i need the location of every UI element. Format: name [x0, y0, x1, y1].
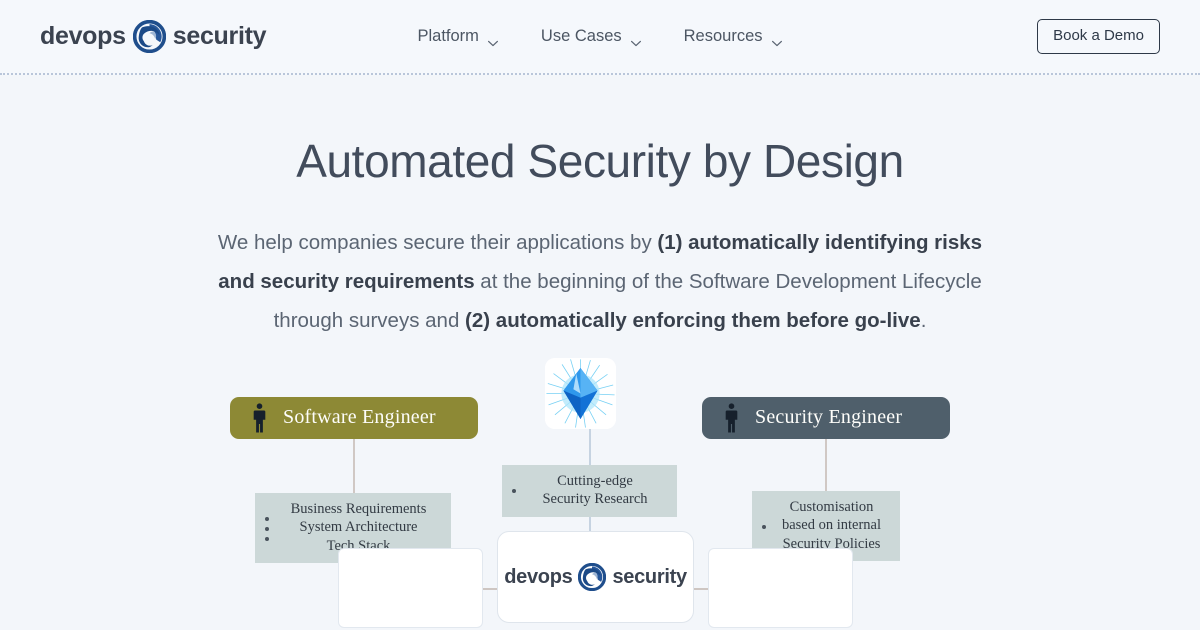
- note-line: Customisation: [789, 498, 874, 515]
- role-box-software-engineer[interactable]: Software Engineer: [230, 396, 478, 439]
- note-text: Customisation based on internal Security…: [775, 498, 888, 554]
- bullet-column: [265, 515, 269, 541]
- nav-item-use-cases[interactable]: Use Cases: [540, 27, 642, 47]
- note-text: Business Requirements System Architectur…: [278, 500, 439, 556]
- nav-item-label: Resources: [683, 27, 763, 45]
- nav-item-label: Platform: [417, 27, 479, 45]
- role-label: Software Engineer: [283, 406, 436, 429]
- bullet-dot-icon: [512, 489, 516, 494]
- role-box-security-engineer[interactable]: Security Engineer: [702, 396, 950, 439]
- swirl-logo-icon: [578, 562, 607, 591]
- hero-subtitle: We help companies secure their applicati…: [200, 224, 1000, 341]
- header-cta-wrap: Book a Demo: [1037, 18, 1160, 55]
- bullet-column: [512, 487, 516, 494]
- hero-subtitle-bold2: (2) automatically enforcing them before …: [465, 308, 921, 332]
- note-line: System Architecture: [299, 519, 418, 536]
- note-line: Cutting-edge: [557, 472, 633, 489]
- brand-word-security: security: [172, 22, 267, 50]
- hero-subtitle-part1: We help companies secure their applicati…: [217, 230, 658, 254]
- hero-section: Automated Security by Design We help com…: [0, 75, 1200, 628]
- role-label: Security Engineer: [755, 406, 903, 429]
- note-line: Business Requirements: [290, 500, 427, 517]
- brand-word-devops: devops: [504, 565, 573, 588]
- blue-gem-icon: [545, 357, 616, 429]
- bullet-dot-icon: [762, 524, 766, 529]
- diagram-tail-card-left: [338, 547, 483, 628]
- site-header: devops security Platform Use Cases Resou…: [0, 0, 1200, 75]
- note-line: based on internal: [781, 517, 882, 534]
- nav-item-resources[interactable]: Resources: [683, 27, 783, 47]
- brand-word-devops: devops: [40, 22, 126, 50]
- bullet-dot-icon: [265, 526, 269, 531]
- swirl-logo-icon: [132, 19, 166, 54]
- person-icon: [252, 403, 267, 433]
- bullet-dot-icon: [265, 536, 269, 541]
- brand-logo[interactable]: devops security: [40, 19, 267, 54]
- page-title: Automated Security by Design: [296, 135, 904, 187]
- diagram-center-logo-card: devops security: [497, 530, 694, 623]
- person-icon: [724, 403, 739, 433]
- bullet-dot-icon: [265, 516, 269, 521]
- chevron-down-icon: [488, 33, 499, 47]
- bullet-column: [762, 523, 766, 529]
- note-text: Cutting-edge Security Research: [525, 472, 665, 509]
- chevron-down-icon: [772, 33, 783, 47]
- note-line: Security Research: [542, 491, 648, 508]
- process-diagram: Software Engineer Security Engineer Busi…: [220, 357, 980, 628]
- nav-item-platform[interactable]: Platform: [417, 27, 499, 47]
- brand-word-security: security: [612, 565, 687, 588]
- diagram-tail-card-right: [708, 547, 853, 628]
- chevron-down-icon: [631, 33, 642, 47]
- hero-subtitle-part3: .: [920, 308, 927, 332]
- main-navigation: Platform Use Cases Resources: [417, 27, 783, 47]
- nav-item-label: Use Cases: [540, 27, 622, 45]
- note-box-security-research: Cutting-edge Security Research: [502, 464, 677, 517]
- book-a-demo-button[interactable]: Book a Demo: [1037, 18, 1160, 55]
